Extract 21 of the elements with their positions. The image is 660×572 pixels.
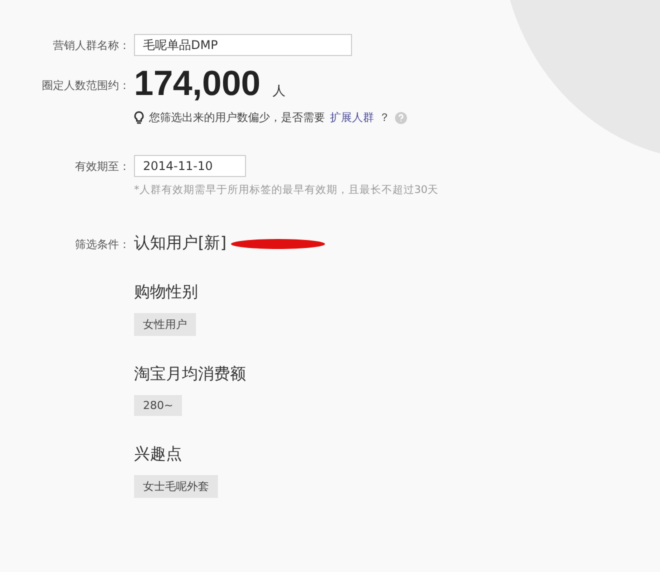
help-icon[interactable] xyxy=(395,112,407,124)
field-label: 筛选条件： xyxy=(75,237,130,252)
audience-count: 174,000 xyxy=(134,64,261,104)
field-label: 营销人群名称： xyxy=(53,38,130,53)
field-label: 有效期至： xyxy=(75,159,130,174)
unit-label: 人 xyxy=(272,83,286,100)
input-field[interactable]: 毛呢单品DMP xyxy=(134,34,352,56)
filter-tag: 女士毛呢外套 xyxy=(134,475,218,498)
group-title: 购物性别 xyxy=(134,282,198,303)
tip-text: ？ xyxy=(379,110,390,125)
field-label: 圈定人数范围约： xyxy=(42,78,130,93)
date-field[interactable]: 2014-11-10 xyxy=(134,155,246,177)
tip-text: 您筛选出来的用户数偏少，是否需要 xyxy=(149,110,325,125)
group-title: 淘宝月均消费额 xyxy=(134,364,246,385)
lightbulb-icon xyxy=(134,110,144,124)
filter-tag: 女性用户 xyxy=(134,313,196,336)
expand-link[interactable]: 扩展人群 xyxy=(330,110,374,125)
group-title: 兴趣点 xyxy=(134,444,182,465)
hint-text: *人群有效期需早于所用标签的最早有效期，且最长不超过30天 xyxy=(134,183,440,197)
filter-title: 认知用户[新] xyxy=(134,233,226,254)
filter-tag: 280~ xyxy=(134,395,182,416)
